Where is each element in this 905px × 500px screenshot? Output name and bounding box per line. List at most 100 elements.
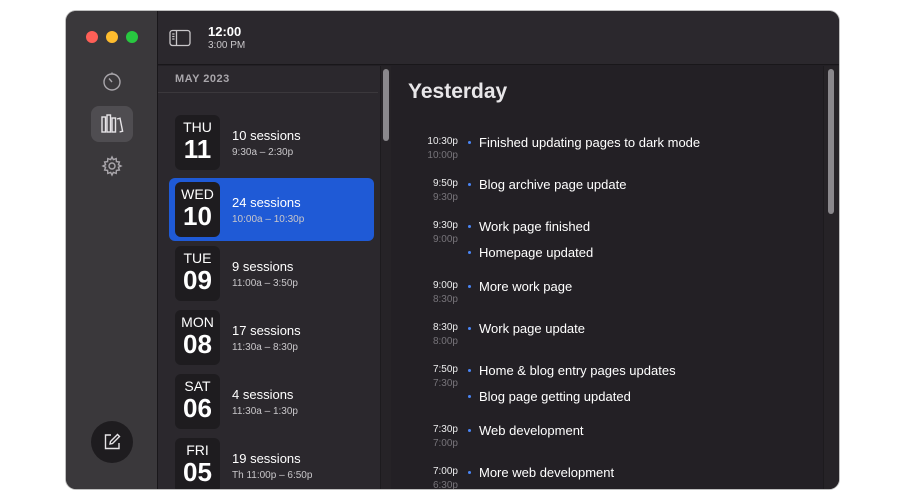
day-list: MAY 2023 THU 11 10 sessions 9:30a – 2:30p WE… xyxy=(158,66,391,489)
zoom-window-button[interactable] xyxy=(126,31,138,43)
entry-description: Blog page getting updated xyxy=(479,389,631,404)
log-entry[interactable]: 7:30p 7:00p Web development xyxy=(400,423,820,464)
day-number: 11 xyxy=(183,134,212,164)
sidebar-toggle-icon xyxy=(169,29,191,47)
entry-bullet xyxy=(468,141,471,144)
entry-start-time: 6:30p xyxy=(432,480,458,489)
timer-icon xyxy=(103,72,121,91)
entry-start-time: 9:00p xyxy=(432,234,458,245)
session-time-range: 9:30a – 2:30p xyxy=(232,147,294,158)
date-tile: SAT 06 xyxy=(175,374,220,429)
date-tile: MON 08 xyxy=(175,310,220,365)
month-header: MAY 2023 xyxy=(175,73,230,85)
log-entry[interactable]: 10:30p 10:00p Finished updating pages to d… xyxy=(400,135,820,176)
entry-description: Blog archive page update xyxy=(479,177,627,192)
entry-bullet xyxy=(468,251,471,254)
settings-nav-button[interactable] xyxy=(91,148,133,184)
entry-end-time: 9:50p xyxy=(432,178,458,189)
session-count: 17 sessions xyxy=(232,323,301,338)
entry-bullet xyxy=(468,285,471,288)
date-tile: TUE 09 xyxy=(175,246,220,301)
day-row[interactable]: TUE 09 9 sessions 11:00a – 3:50p xyxy=(169,242,374,305)
entry-bullet xyxy=(468,471,471,474)
minimize-window-button[interactable] xyxy=(106,31,118,43)
day-row[interactable]: MON 08 17 sessions 11:30a – 8:30p xyxy=(169,306,374,369)
entry-end-time: 7:30p xyxy=(432,424,458,435)
entry-start-time: 9:30p xyxy=(432,192,458,203)
session-time-range: 11:00a – 3:50p xyxy=(232,278,298,289)
day-row[interactable]: THU 11 10 sessions 9:30a – 2:30p xyxy=(169,111,374,174)
entry-start-time: 8:30p xyxy=(432,294,458,305)
sidebar xyxy=(66,11,158,489)
month-divider xyxy=(158,92,378,93)
day-number: 09 xyxy=(183,265,212,295)
library-icon xyxy=(101,114,124,133)
entry-start-time: 8:00p xyxy=(432,336,458,347)
day-of-week: MON xyxy=(181,314,214,330)
day-of-week: THU xyxy=(183,119,212,135)
session-count: 9 sessions xyxy=(232,259,294,274)
entry-bullet xyxy=(468,183,471,186)
log-entry[interactable]: 7:50p 7:30p Home & blog entry pages update… xyxy=(400,363,820,404)
session-count: 19 sessions xyxy=(232,451,301,466)
current-time: 12:00 xyxy=(208,24,242,39)
session-time-range: 11:30a – 1:30p xyxy=(232,406,298,417)
session-time-range: 11:30a – 8:30p xyxy=(232,342,298,353)
timer-nav-button[interactable] xyxy=(91,63,133,99)
close-window-button[interactable] xyxy=(86,31,98,43)
date-tile: FRI 05 xyxy=(175,438,220,489)
entry-bullet xyxy=(468,225,471,228)
log-entry[interactable]: 9:50p 9:30p Blog archive page update xyxy=(400,177,820,218)
entry-end-time: 7:50p xyxy=(432,364,458,375)
session-count: 10 sessions xyxy=(232,128,301,143)
day-row[interactable]: FRI 05 19 sessions Th 11:00p – 6:50p xyxy=(169,434,374,489)
entry-description: Work page update xyxy=(479,321,585,336)
day-of-week: WED xyxy=(181,186,214,202)
entry-bullet xyxy=(468,327,471,330)
entry-description: More work page xyxy=(479,279,573,294)
app-window: 12:00 3:00 PM MAY 2023 THU 11 10 sessions 9… xyxy=(66,11,839,489)
entry-end-time: 9:00p xyxy=(432,280,458,291)
date-tile: THU 11 xyxy=(175,115,220,170)
entry-description: Finished updating pages to dark mode xyxy=(479,135,701,150)
sidebar-toggle-button[interactable] xyxy=(168,27,192,49)
gear-icon xyxy=(101,155,123,177)
session-time-range: 10:00a – 10:30p xyxy=(232,214,305,225)
entry-end-time: 7:00p xyxy=(432,466,458,477)
library-nav-button[interactable] xyxy=(91,106,133,142)
day-of-week: FRI xyxy=(186,442,209,458)
compose-icon xyxy=(104,433,121,450)
log-entry[interactable]: 7:00p 6:30p More web development xyxy=(400,465,820,489)
day-row[interactable]: SAT 06 4 sessions 11:30a – 1:30p xyxy=(169,370,374,433)
day-list-scrollbar[interactable] xyxy=(380,66,391,489)
entry-description: More web development xyxy=(479,465,615,480)
entry-start-time: 7:30p xyxy=(432,378,458,389)
day-row[interactable]: WED 10 24 sessions 10:00a – 10:30p xyxy=(169,178,374,241)
log-entry[interactable]: 8:30p 8:00p Work page update xyxy=(400,321,820,362)
session-time-range: Th 11:00p – 6:50p xyxy=(232,470,313,481)
day-of-week: SAT xyxy=(184,378,211,394)
new-entry-button[interactable] xyxy=(91,421,133,463)
window-controls xyxy=(86,31,138,43)
entry-end-time: 10:30p xyxy=(427,136,458,147)
day-number: 08 xyxy=(183,329,212,359)
session-log-scrollbar[interactable] xyxy=(823,66,839,489)
entry-description: Web development xyxy=(479,423,584,438)
log-entry[interactable]: 9:00p 8:30p More work page xyxy=(400,279,820,320)
entry-description: Homepage updated xyxy=(479,245,594,260)
current-time-subtitle: 3:00 PM xyxy=(208,40,246,51)
session-log-scroll-thumb[interactable] xyxy=(828,69,834,214)
entry-bullet xyxy=(468,395,471,398)
entry-start-time: 10:00p xyxy=(427,150,458,161)
date-tile: WED 10 xyxy=(175,182,220,237)
day-number: 06 xyxy=(183,393,212,423)
day-number: 10 xyxy=(183,201,212,231)
entry-start-time: 7:00p xyxy=(432,438,458,449)
entry-description: Work page finished xyxy=(479,219,591,234)
entry-bullet xyxy=(468,369,471,372)
entry-bullet xyxy=(468,429,471,432)
entry-end-time: 9:30p xyxy=(432,220,458,231)
day-list-scroll-thumb[interactable] xyxy=(383,69,389,141)
log-entry[interactable]: 9:30p 9:00p Work page finished Homepage upd… xyxy=(400,219,820,260)
day-number: 05 xyxy=(183,457,212,487)
